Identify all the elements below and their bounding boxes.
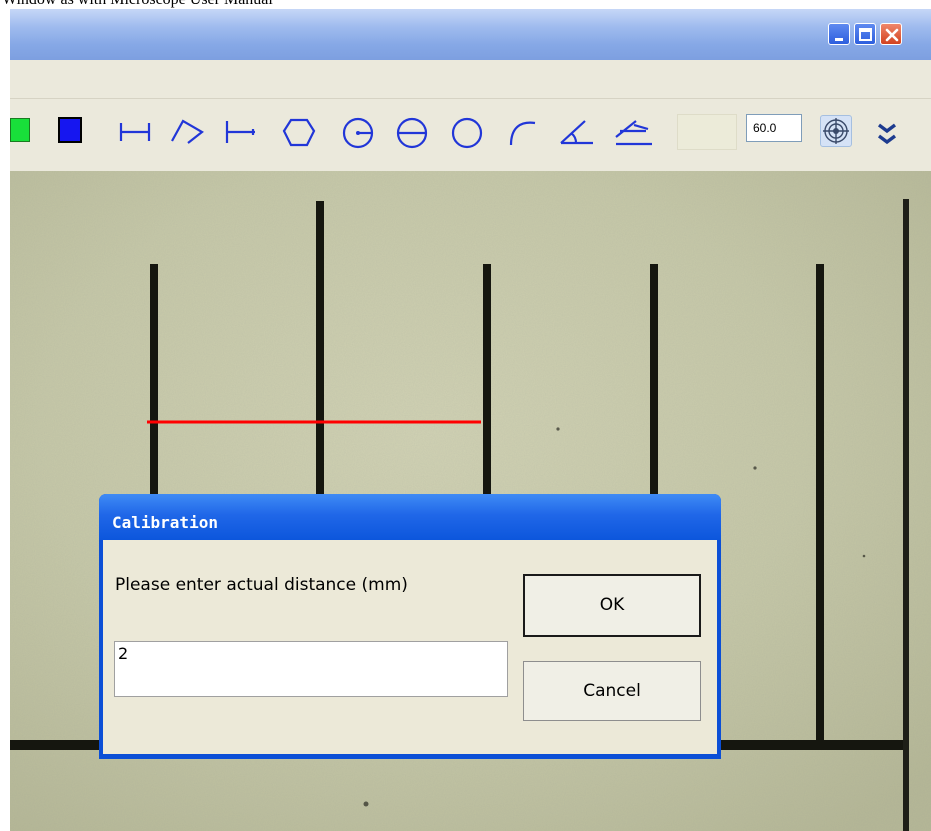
color-swatch-green[interactable]: [10, 118, 30, 142]
menu-bar: [10, 60, 931, 99]
toolbar: 60.0: [10, 99, 931, 172]
minimize-button[interactable]: [828, 23, 850, 45]
dialog-titlebar: Calibration: [99, 494, 721, 540]
three-point-circle-tool-icon[interactable]: [449, 117, 485, 149]
document-header-text: Window as with Microscope User Manual: [2, 0, 273, 9]
four-point-angle-tool-icon[interactable]: [612, 117, 656, 149]
scale-tick: [816, 264, 824, 742]
ok-button[interactable]: OK: [523, 574, 701, 637]
perpendicular-line-tool-icon[interactable]: [223, 117, 259, 147]
dialog-title: Calibration: [112, 513, 218, 532]
calibration-dialog: Calibration Please enter actual distance…: [99, 494, 721, 759]
polygon-line-tool-icon[interactable]: [170, 117, 206, 147]
close-icon: [885, 28, 899, 42]
distance-input[interactable]: 2: [114, 641, 508, 697]
document-header: Window as with Microscope User Manual: [0, 0, 931, 9]
circle-radius-tool-icon[interactable]: [340, 117, 376, 149]
horizontal-line-tool-icon[interactable]: [117, 117, 153, 147]
distance-prompt: Please enter actual distance (mm): [115, 575, 408, 595]
minimize-icon: [835, 38, 843, 41]
cancel-button[interactable]: Cancel: [523, 661, 701, 721]
color-swatch-blue[interactable]: [58, 117, 82, 143]
arc-tool-icon[interactable]: [505, 117, 541, 149]
target-button[interactable]: [820, 115, 852, 147]
circle-diameter-tool-icon[interactable]: [394, 117, 430, 149]
maximize-icon: [859, 28, 872, 41]
angle-tool-icon[interactable]: [557, 117, 597, 149]
close-button[interactable]: [880, 23, 902, 45]
color-preview: [677, 114, 737, 150]
line-width-input[interactable]: 60.0: [746, 114, 802, 142]
dialog-body: Please enter actual distance (mm) OK 2 C…: [103, 540, 717, 754]
target-icon: [823, 118, 849, 144]
polygon-tool-icon[interactable]: [281, 117, 317, 149]
window-titlebar: [10, 9, 931, 60]
maximize-button[interactable]: [854, 23, 876, 45]
chevron-down-icon[interactable]: [876, 121, 898, 149]
